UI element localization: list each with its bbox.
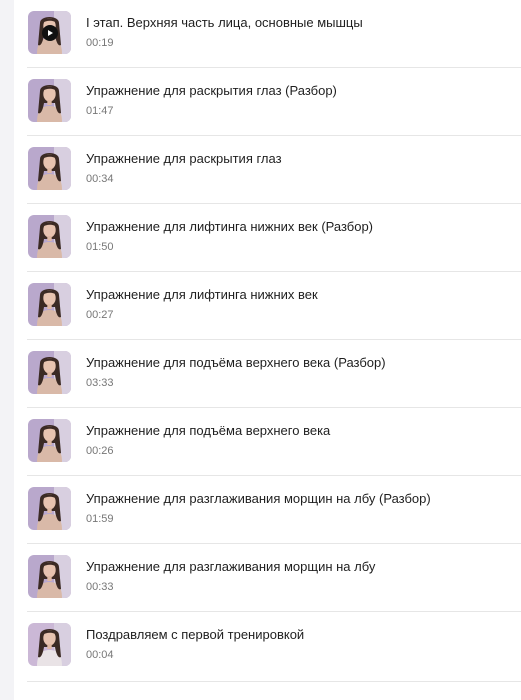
lesson-list-page: I этап. Верхняя часть лица, основные мыш… — [0, 0, 521, 700]
lesson-thumbnail — [28, 11, 71, 54]
side-panel-edge — [0, 0, 14, 700]
lesson-duration: 01:47 — [86, 105, 114, 117]
lesson-item[interactable]: Упражнение для разглаживания морщин на л… — [27, 544, 521, 612]
play-icon[interactable] — [41, 24, 58, 41]
lesson-title: Упражнение для лифтинга нижних век (Разб… — [86, 219, 374, 234]
lesson-duration: 00:04 — [86, 649, 114, 661]
lesson-duration: 01:59 — [86, 513, 114, 525]
lesson-thumbnail — [28, 215, 71, 258]
lesson-duration: 03:33 — [86, 377, 114, 389]
lesson-thumbnail — [28, 487, 71, 530]
lesson-title: Упражнение для раскрытия глаз (Разбор) — [86, 83, 337, 98]
lesson-item[interactable]: Упражнение для лифтинга нижних век (Разб… — [27, 204, 521, 272]
lesson-title: Упражнение для подъёма верхнего века — [86, 423, 331, 438]
lesson-thumbnail — [28, 147, 71, 190]
lesson-title: Упражнение для лифтинга нижних век — [86, 287, 318, 302]
lesson-title: Поздравляем с первой тренировкой — [86, 627, 305, 642]
lesson-thumbnail — [28, 283, 71, 326]
lesson-item[interactable]: Упражнение для лифтинга нижних век 00:27 — [27, 272, 521, 340]
lesson-title: Упражнение для разглаживания морщин на л… — [86, 559, 376, 574]
lesson-title: Упражнение для раскрытия глаз — [86, 151, 282, 166]
lesson-item[interactable]: Упражнение для подъёма верхнего века (Ра… — [27, 340, 521, 408]
lesson-title: Упражнение для разглаживания морщин на л… — [86, 491, 431, 506]
lesson-duration: 00:33 — [86, 581, 114, 593]
lesson-thumbnail — [28, 623, 71, 666]
lesson-duration: 00:27 — [86, 309, 114, 321]
lesson-item[interactable]: Поздравляем с первой тренировкой 00:04 — [27, 612, 521, 682]
lesson-thumbnail — [28, 351, 71, 394]
lesson-item[interactable]: Упражнение для подъёма верхнего века 00:… — [27, 408, 521, 476]
lesson-thumbnail — [28, 419, 71, 462]
lesson-thumbnail — [28, 79, 71, 122]
lesson-duration: 01:50 — [86, 241, 114, 253]
lesson-duration: 00:34 — [86, 173, 114, 185]
lesson-item[interactable]: I этап. Верхняя часть лица, основные мыш… — [27, 0, 521, 68]
lesson-item[interactable]: Упражнение для раскрытия глаз 00:34 — [27, 136, 521, 204]
lesson-title: I этап. Верхняя часть лица, основные мыш… — [86, 15, 363, 30]
lesson-item[interactable]: Упражнение для раскрытия глаз (Разбор) 0… — [27, 68, 521, 136]
lesson-title: Упражнение для подъёма верхнего века (Ра… — [86, 355, 386, 370]
lesson-duration: 00:19 — [86, 37, 114, 49]
lesson-duration: 00:26 — [86, 445, 114, 457]
lesson-item[interactable]: Упражнение для разглаживания морщин на л… — [27, 476, 521, 544]
lesson-list: I этап. Верхняя часть лица, основные мыш… — [27, 0, 521, 700]
lesson-thumbnail — [28, 555, 71, 598]
